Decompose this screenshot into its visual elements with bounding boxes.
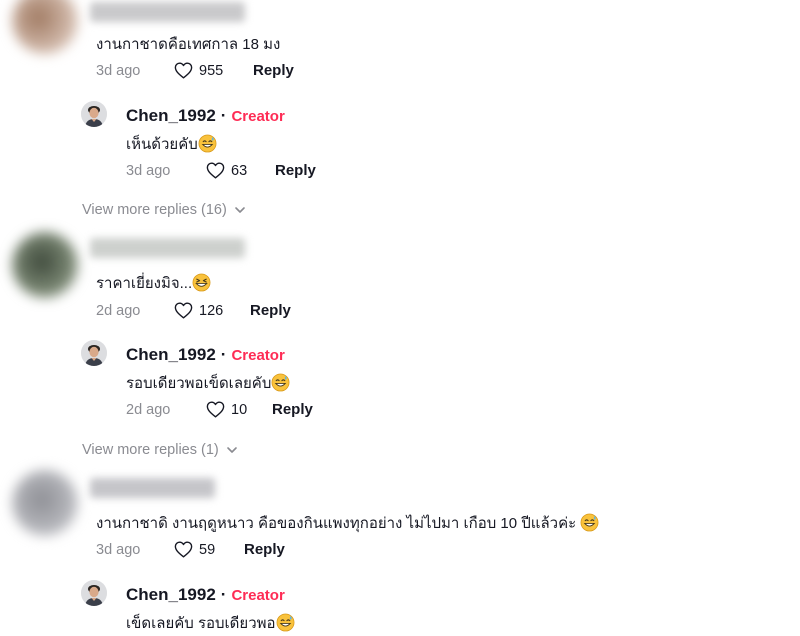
like-count: 63 [231, 162, 248, 179]
grinning-squint-icon [192, 273, 211, 292]
creator-avatar[interactable] [81, 580, 107, 606]
reply-button[interactable]: Reply [244, 541, 285, 558]
reply-time: 2d ago [126, 402, 171, 418]
view-more-label: View more replies (1) [82, 442, 219, 458]
reply-text-content: เห็นด้วยคับ [126, 136, 198, 153]
like-count: 955 [199, 62, 224, 79]
commenter-avatar[interactable] [12, 232, 78, 298]
commenter-name-blurred[interactable] [90, 2, 245, 22]
separator-dot: · [220, 345, 227, 364]
heart-icon [174, 302, 193, 319]
like-button[interactable]: 955 [174, 62, 223, 79]
grinning-sweat-icon [580, 513, 599, 532]
comment-time: 3d ago [96, 542, 141, 558]
like-button[interactable]: 63 [206, 162, 247, 179]
like-count: 10 [231, 401, 248, 418]
like-button[interactable]: 126 [174, 302, 223, 319]
reply-time: 3d ago [126, 163, 171, 179]
reply-button[interactable]: Reply [272, 401, 313, 418]
view-more-replies[interactable]: View more replies (16) [82, 202, 246, 218]
commenter-avatar[interactable] [12, 0, 78, 54]
view-more-replies[interactable]: View more replies (1) [82, 442, 238, 458]
comment-text-content: ราคาเยี่ยงมิจ... [96, 275, 193, 292]
view-more-label: View more replies (16) [82, 202, 227, 218]
creator-avatar[interactable] [81, 101, 107, 127]
author-name[interactable]: Chen_1992 [126, 345, 216, 365]
heart-icon [206, 162, 225, 179]
creator-avatar[interactable] [81, 340, 107, 366]
grinning-sweat-icon [271, 373, 290, 392]
reply-text: รอบเดียวพอเข็ดเลยคับ [126, 371, 290, 395]
reply-header: Chen_1992 · Creator [126, 345, 285, 365]
commenter-name-blurred[interactable] [90, 478, 215, 498]
chevron-down-icon [234, 206, 246, 214]
reply-button[interactable]: Reply [275, 162, 316, 179]
reply-button[interactable]: Reply [253, 62, 294, 79]
like-button[interactable]: 59 [174, 541, 215, 558]
separator-dot: · [220, 585, 227, 604]
reply-text-content: รอบเดียวพอเข็ดเลยคับ [126, 375, 272, 392]
heart-icon [174, 541, 193, 558]
creator-badge: Creator [231, 586, 285, 604]
comment-text-content: งานกาชาดิ งานฤดูหนาว คือของกินแพงทุกอย่า… [96, 515, 577, 532]
comment-time: 2d ago [96, 303, 141, 319]
comment-time: 3d ago [96, 63, 141, 79]
grinning-sweat-icon [198, 134, 217, 153]
commenter-avatar[interactable] [12, 470, 78, 536]
heart-icon [174, 62, 193, 79]
commenter-name-blurred[interactable] [90, 238, 245, 258]
author-name[interactable]: Chen_1992 [126, 106, 216, 126]
like-count: 59 [199, 541, 216, 558]
reply-button[interactable]: Reply [250, 302, 291, 319]
like-button[interactable]: 10 [206, 401, 247, 418]
comment-text: งานกาชาดิ งานฤดูหนาว คือของกินแพงทุกอย่า… [96, 511, 599, 535]
reply-text: เห็นด้วยคับ [126, 132, 217, 156]
author-name[interactable]: Chen_1992 [126, 585, 216, 605]
reply-text-content: เข็ดเลยคับ รอบเดียวพอ [126, 615, 276, 632]
comment-text: ราคาเยี่ยงมิจ... [96, 271, 211, 295]
creator-badge: Creator [231, 107, 285, 125]
comment-text: งานกาชาดคือเทศกาล 18 มง [96, 36, 281, 53]
like-count: 126 [199, 302, 224, 319]
heart-icon [206, 401, 225, 418]
creator-badge: Creator [231, 346, 285, 364]
chevron-down-icon [226, 446, 238, 454]
grinning-sweat-icon [276, 613, 295, 632]
reply-text: เข็ดเลยคับ รอบเดียวพอ [126, 611, 295, 635]
separator-dot: · [220, 106, 227, 125]
reply-header: Chen_1992 · Creator [126, 106, 285, 126]
reply-header: Chen_1992 · Creator [126, 585, 285, 605]
